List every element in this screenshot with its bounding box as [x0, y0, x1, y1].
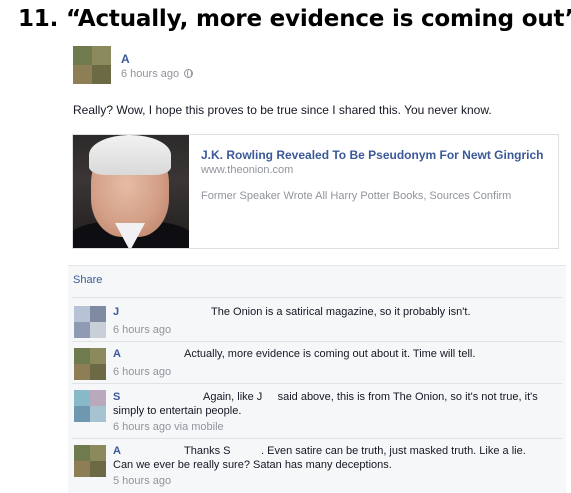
post-body-text: Really? Wow, I hope this proves to be tr…	[73, 103, 492, 117]
comment-avatar[interactable]	[74, 306, 106, 338]
post-author-avatar[interactable]	[73, 46, 111, 84]
share-link[interactable]: Share	[73, 274, 102, 286]
article-headline: 11. “Actually, more evidence is coming o…	[18, 6, 571, 32]
comment-text: Actually, more evidence is coming out ab…	[184, 348, 476, 360]
post-timestamp[interactable]: 6 hours ago	[121, 68, 194, 80]
globe-icon	[184, 69, 194, 78]
comment-text-line-2: simply to entertain people.	[113, 405, 242, 417]
link-thumbnail-image[interactable]	[73, 135, 189, 248]
link-description: Former Speaker Wrote All Harry Potter Bo…	[201, 190, 512, 202]
comment-text-line-2: Can we ever be really sure? Satan has ma…	[113, 459, 392, 471]
link-title[interactable]: J.K. Rowling Revealed To Be Pseudonym Fo…	[201, 148, 544, 162]
comment-text-line-1: Thanks S . Even satire can be truth, jus…	[184, 445, 526, 457]
comment-avatar[interactable]	[74, 390, 106, 422]
comment-divider	[72, 341, 562, 342]
comment-time[interactable]: 6 hours ago	[113, 324, 171, 336]
comment-time[interactable]: 5 hours ago	[113, 475, 171, 487]
comment-divider	[72, 297, 562, 298]
comment-avatar[interactable]	[74, 348, 106, 380]
comment-text-line-1: Again, like J said above, this is from T…	[203, 391, 538, 403]
comment-time[interactable]: 6 hours ago via mobile	[113, 421, 224, 433]
post-time-text[interactable]: 6 hours ago	[121, 68, 179, 80]
post-actions-bar: Share	[68, 265, 566, 295]
link-domain: www.theonion.com	[201, 164, 294, 176]
comment-author[interactable]: J	[113, 306, 119, 318]
comment-divider	[72, 383, 562, 384]
comment-avatar[interactable]	[74, 445, 106, 477]
comments-section: J The Onion is a satirical magazine, so …	[68, 295, 566, 493]
link-preview-card[interactable]: J.K. Rowling Revealed To Be Pseudonym Fo…	[72, 134, 559, 249]
comment-divider	[72, 438, 562, 439]
comment-time[interactable]: 6 hours ago	[113, 366, 171, 378]
comment-author[interactable]: A	[113, 348, 121, 360]
post-author-name[interactable]: A	[121, 52, 130, 66]
comment-author[interactable]: S	[113, 391, 120, 403]
comment-text: The Onion is a satirical magazine, so it…	[211, 306, 471, 318]
comment-author[interactable]: A	[113, 445, 121, 457]
